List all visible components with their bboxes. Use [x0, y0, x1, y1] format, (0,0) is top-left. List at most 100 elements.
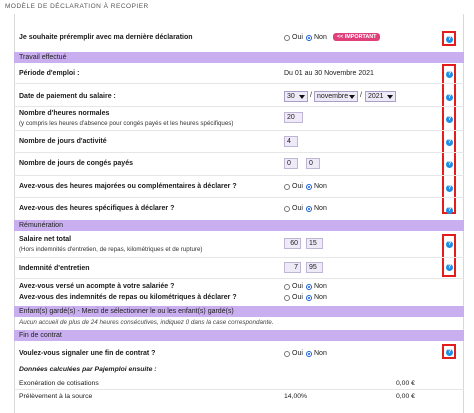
majorees-non-radio[interactable]: Non	[306, 183, 327, 190]
important-badge[interactable]: << IMPORTANT	[333, 33, 381, 41]
acompte-oui-radio[interactable]: Oui	[284, 283, 303, 290]
conges-dec-input[interactable]: 0	[306, 158, 320, 169]
help-icon-heures[interactable]: ?	[446, 116, 453, 123]
help-column-travail: ? ? ? ? ? ? ?	[442, 64, 456, 214]
repas-oui-radio[interactable]: Oui	[284, 294, 303, 301]
salaire-sub: (Hors indemnités d'entretien, de repas, …	[19, 246, 203, 253]
periode-value: Du 01 au 30 Novembre 2021	[284, 70, 374, 77]
radio-label: Non	[314, 350, 327, 357]
specifiques-oui-radio[interactable]: Oui	[284, 205, 303, 212]
section-title: Fin de contrat	[19, 332, 62, 339]
section-travail: Travail effectué	[14, 52, 464, 63]
radio-label: Non	[314, 205, 327, 212]
entretien-int-input[interactable]: 7	[284, 262, 301, 273]
salaire-int-input[interactable]: 60	[284, 238, 301, 249]
exoneration-value: 0,00 €	[396, 380, 415, 387]
help-icon-date[interactable]: ?	[446, 94, 453, 101]
divider	[14, 389, 464, 390]
day-select[interactable]: 30	[284, 91, 308, 102]
prelevement-value: 0,00 €	[396, 393, 415, 400]
conges-int-input[interactable]: 0	[284, 158, 298, 169]
prefill-non-radio[interactable]: Non	[306, 34, 327, 41]
enfants-hint: Aucun accueil de plus de 24 heures consé…	[14, 317, 464, 328]
radio-label: Oui	[292, 283, 303, 290]
acompte-label: Avez-vous versé un acompte à votre salar…	[19, 283, 175, 290]
help-column-remuneration: ? ?	[442, 234, 456, 277]
section-fin-contrat: Fin de contrat	[14, 330, 464, 341]
heures-label: Nombre d'heures normales	[19, 110, 110, 117]
radio-label: Non	[314, 283, 327, 290]
prelevement-label: Prélèvement à la source	[19, 393, 93, 400]
month-select[interactable]: novembre	[314, 91, 358, 102]
section-title: Travail effectué	[19, 54, 67, 61]
divider	[14, 130, 464, 131]
fin-oui-radio[interactable]: Oui	[284, 350, 303, 357]
heures-input[interactable]: 20	[284, 112, 303, 123]
help-icon-specifiques[interactable]: ?	[446, 207, 453, 214]
repas-non-radio[interactable]: Non	[306, 294, 327, 301]
repas-label: Avez-vous des indemnités de repas ou kil…	[19, 294, 237, 301]
prefill-label: Je souhaite préremplir avec ma dernière …	[19, 34, 193, 41]
periode-label: Période d'emploi :	[19, 70, 80, 77]
help-icon-salaire[interactable]: ?	[446, 241, 453, 248]
help-icon-majorees[interactable]: ?	[446, 185, 453, 192]
date-paiement-label: Date de paiement du salaire :	[19, 93, 116, 100]
date-separator: /	[360, 92, 362, 99]
chevron-down-icon	[387, 95, 393, 99]
help-icon-conges[interactable]: ?	[446, 161, 453, 168]
entretien-dec-input[interactable]: 95	[306, 262, 323, 273]
conges-label: Nombre de jours de congés payés	[19, 160, 133, 167]
jours-activite-label: Nombre de jours d'activité	[19, 138, 107, 145]
salaire-dec-input[interactable]: 15	[306, 238, 323, 249]
radio-label: Oui	[292, 183, 303, 190]
chevron-down-icon	[349, 95, 355, 99]
majorees-label: Avez-vous des heures majorées ou complém…	[19, 183, 237, 190]
entretien-label: Indemnité d'entretien	[19, 265, 90, 272]
year-select-value: 2021	[368, 93, 384, 100]
radio-label: Oui	[292, 34, 303, 41]
radio-label: Non	[314, 34, 327, 41]
specifiques-non-radio[interactable]: Non	[306, 205, 327, 212]
divider	[14, 175, 464, 176]
exoneration-label: Exonération de cotisations	[19, 380, 99, 387]
acompte-non-radio[interactable]: Non	[306, 283, 327, 290]
radio-label: Oui	[292, 294, 303, 301]
fin-contrat-label: Voulez-vous signaler une fin de contrat …	[19, 350, 156, 357]
hint-text: Aucun accueil de plus de 24 heures consé…	[19, 319, 274, 326]
help-icon-jours[interactable]: ?	[446, 139, 453, 146]
help-icon: ?	[446, 348, 453, 356]
date-separator: /	[310, 92, 312, 99]
year-select[interactable]: 2021	[365, 91, 396, 102]
divider	[14, 257, 464, 258]
radio-label: Oui	[292, 350, 303, 357]
divider	[14, 197, 464, 198]
radio-label: Oui	[292, 205, 303, 212]
jours-activite-input[interactable]: 4	[284, 136, 298, 147]
prelevement-rate: 14,00%	[284, 393, 308, 400]
day-select-value: 30	[287, 93, 295, 100]
heures-sub: (y compris les heures d'absence pour con…	[19, 120, 234, 127]
month-select-value: novembre	[317, 93, 349, 100]
section-title: Rémunération	[19, 222, 63, 229]
help-icon-periode[interactable]: ?	[446, 71, 453, 78]
fin-non-radio[interactable]: Non	[306, 350, 327, 357]
donnees-calculees-label: Données calculées par Pajemploi ensuite …	[19, 366, 157, 373]
divider	[14, 152, 464, 153]
help-button-fin[interactable]: ?	[442, 344, 456, 359]
salaire-label: Salaire net total	[19, 236, 72, 243]
divider	[14, 106, 464, 107]
specifiques-label: Avez-vous des heures spécifiques à décla…	[19, 205, 175, 212]
section-enfants: Enfant(s) gardé(s) - Merci de sélectionn…	[14, 306, 464, 317]
radio-label: Non	[314, 183, 327, 190]
help-icon-entretien[interactable]: ?	[446, 264, 453, 271]
divider	[14, 83, 464, 84]
majorees-oui-radio[interactable]: Oui	[284, 183, 303, 190]
help-icon: ?	[446, 35, 453, 43]
divider	[14, 278, 464, 279]
prefill-oui-radio[interactable]: Oui	[284, 34, 303, 41]
chevron-down-icon	[299, 95, 305, 99]
radio-label: Non	[314, 294, 327, 301]
help-button-prefill[interactable]: ?	[442, 31, 456, 46]
section-title: Enfant(s) gardé(s) - Merci de sélectionn…	[19, 308, 234, 315]
section-remuneration: Rémunération	[14, 220, 464, 231]
